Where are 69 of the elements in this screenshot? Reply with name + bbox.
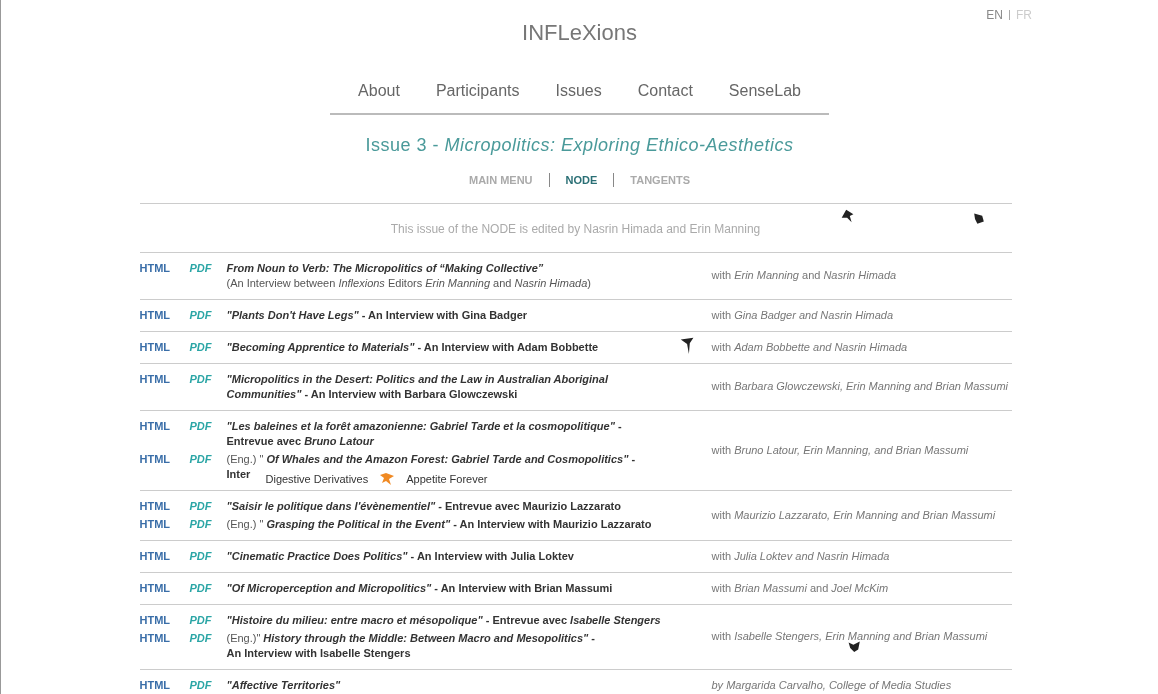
article-credit: with Bruno Latour, Erin Manning, and Brian Massumi (711, 442, 970, 458)
language-prefix: (Eng.)" (226, 630, 261, 646)
article-title: History through the Middle: Between Macro and Mesopolitics" - (263, 630, 595, 646)
article-credit: with Adam Bobbette and Nasrin Himada (711, 339, 909, 355)
editors-note: This issue of the NODE is edited by Nasrin Himada and Erin Manning (390, 221, 761, 236)
html-link[interactable]: HTML (139, 630, 190, 646)
html-link[interactable]: HTML (139, 498, 190, 514)
pdf-link[interactable]: PDF (189, 371, 227, 387)
article-title: "Saisir le politique dans l'évènementiel" - Entrevue avec Maurizio Lazzarato (226, 498, 621, 514)
article-title: "Cinematic Practice Does Politics" - An Interview with Julia Loktev (226, 548, 574, 564)
pdf-link[interactable]: PDF (189, 418, 227, 434)
article-title: Entrevue avec Bruno Latour (226, 433, 374, 449)
article-title: "Becoming Apprentice to Materials" - An Interview with Adam Bobbette (226, 339, 599, 355)
article-title: Grasping the Political in the Event" - An Interview with Maurizio Lazzarato (266, 516, 652, 532)
issue-title: Issue 3 - Micropolitics: Exploring Ethico-Aesthetics (365, 134, 794, 157)
html-link[interactable]: HTML (139, 612, 190, 628)
article-credit: with Isabelle Stengers, Erin Manning and Brian Massumi (711, 629, 989, 644)
article-title: From Noun to Verb: The Micropolitics of “Making Collective” (226, 260, 544, 276)
pdf-link[interactable]: PDF (189, 630, 227, 646)
html-link[interactable]: HTML (139, 418, 190, 434)
article-title: "Micropolitics in the Desert: Politics and the Law in Australian Aboriginal (226, 371, 608, 387)
html-link[interactable]: HTML (139, 451, 190, 467)
pdf-link[interactable]: PDF (189, 339, 227, 355)
article-title: Inter (226, 466, 251, 482)
article-credit: by Margarida Carvalho, College of Media Studies (711, 677, 953, 693)
article-credit: with Brian Massumi and Joel McKim (711, 580, 890, 596)
article-title: Of Whales and the Amazon Forest: Gabriel Tarde and Cosmopolitics" - (266, 451, 636, 467)
html-link[interactable]: HTML (139, 580, 190, 596)
language-prefix: (Eng.) " (226, 451, 264, 467)
article-title: (An Interview between Inflexions Editors Erin Manning and Nasrin Himada) (226, 275, 591, 291)
site-logo[interactable]: INFLeXions (522, 16, 637, 49)
article-credit: with Gina Badger and Nasrin Himada (711, 307, 895, 323)
nav-link[interactable]: SenseLab (728, 79, 801, 103)
html-link[interactable]: HTML (139, 548, 190, 564)
article-title: An Interview with Isabelle Stengers (226, 645, 411, 661)
article-title: "Plants Don't Have Legs" - An Interview with Gina Badger (226, 307, 528, 323)
pdf-link[interactable]: PDF (189, 677, 227, 693)
article-credit: with Erin Manning and Nasrin Himada (711, 268, 898, 283)
nav-link[interactable]: Participants (435, 79, 520, 103)
nav-link[interactable]: Contact (637, 79, 693, 103)
pdf-link[interactable]: PDF (189, 612, 227, 628)
pdf-link[interactable]: PDF (189, 451, 227, 467)
nav-link[interactable]: About (358, 79, 400, 103)
html-link[interactable]: HTML (139, 260, 190, 276)
html-link[interactable]: HTML (139, 339, 190, 355)
html-link[interactable]: HTML (139, 516, 190, 532)
article-title: "Les baleines et la forêt amazonienne: Gabriel Tarde et la cosmopolitique" - (226, 418, 622, 434)
nav-link[interactable]: Issues (555, 79, 602, 103)
floating-label[interactable]: Digestive Derivatives (265, 471, 369, 487)
pdf-link[interactable]: PDF (189, 260, 227, 276)
language-link[interactable]: EN (986, 6, 1003, 24)
section-tab[interactable]: NODE (565, 172, 598, 189)
article-title: "Histoire du milieu: entre macro et mésopolique" - Entrevue avec Isabelle Stengers (226, 612, 661, 628)
article-credit: with Maurizio Lazzarato, Erin Manning and Brian Massumi (711, 507, 997, 523)
html-link[interactable]: HTML (139, 677, 190, 693)
language-prefix: (Eng.) " (226, 516, 264, 532)
html-link[interactable]: HTML (139, 371, 190, 387)
article-credit: with Julia Loktev and Nasrin Himada (711, 548, 891, 564)
article-credit: with Barbara Glowczewski, Erin Manning and Brian Massumi (711, 379, 1009, 394)
article-title: "Of Microperception and Micropolitics" - An Interview with Brian Massumi (226, 580, 613, 596)
article-title: "Affective Territories" (226, 677, 341, 693)
pdf-link[interactable]: PDF (189, 548, 227, 564)
article-title: Communities" - An Interview with Barbara Glowczewski (226, 386, 518, 402)
floating-label[interactable]: Appetite Forever (406, 471, 488, 487)
pdf-link[interactable]: PDF (189, 498, 227, 514)
pdf-link[interactable]: PDF (189, 307, 227, 323)
html-link[interactable]: HTML (139, 307, 190, 323)
pdf-link[interactable]: PDF (189, 516, 227, 532)
pdf-link[interactable]: PDF (189, 580, 227, 596)
